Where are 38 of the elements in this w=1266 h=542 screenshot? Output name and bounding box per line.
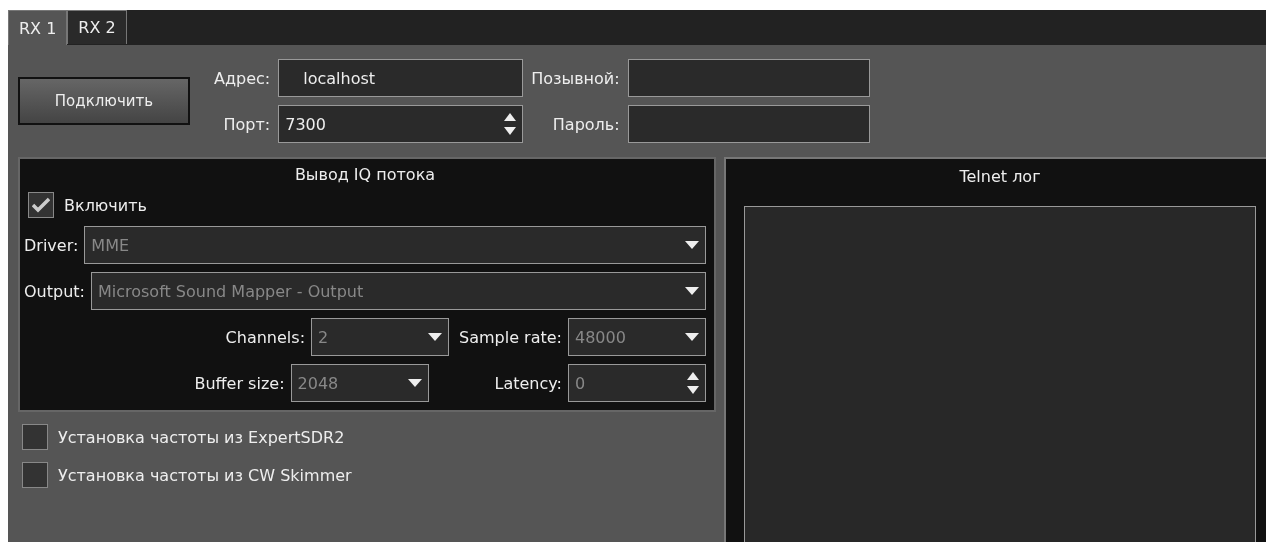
output-label: Output: [24,281,85,301]
address-label: Адрес: [214,68,271,88]
panel-title: Telnet лог [959,167,1041,186]
password-field[interactable] [627,105,870,143]
dropdown-caret-icon[interactable] [685,241,699,249]
driver-label: Driver: [24,235,79,255]
latency-label: Latency: [494,373,562,393]
buffer-size-label: Buffer size: [194,373,285,393]
dropdown-caret-icon[interactable] [685,287,699,295]
sample-rate-label: Sample rate: [459,327,562,347]
address-field[interactable]: localhost [278,59,524,97]
checkbox[interactable] [22,424,48,450]
checkbox[interactable] [28,192,54,218]
port-field[interactable]: 7300 [278,105,524,143]
dropdown-caret-icon[interactable] [428,333,443,341]
password-label: Пароль: [552,114,620,134]
panel-title: Вывод IQ потока [294,165,436,184]
dropdown-caret-icon[interactable] [407,379,422,387]
tab[interactable]: RX 2 [67,10,127,44]
callsign-label: Позывной: [531,68,620,88]
checkbox-label: Включить [64,195,147,215]
connect-button[interactable]: Подключить [18,77,190,125]
dropdown-field[interactable]: Microsoft Sound Mapper - Output [90,272,706,310]
dropdown-field[interactable]: 2048 [290,364,429,402]
dropdown-field[interactable]: 2 [311,318,450,356]
checkbox-label: Установка частоты из CW Skimmer [58,465,352,485]
port-label: Порт: [223,114,271,134]
tab[interactable]: RX 1 [8,10,68,45]
dropdown-field[interactable]: 48000 [568,318,706,356]
channels-label: Channels: [225,327,306,347]
checkbox-label: Установка частоты из ExpertSDR2 [58,427,345,447]
callsign-field[interactable] [627,59,870,97]
dropdown-caret-icon[interactable] [685,333,699,341]
spinner-arrows-icon[interactable] [687,372,699,394]
checkbox[interactable] [22,462,48,488]
latency-field[interactable]: 0 [568,364,706,402]
dropdown-field[interactable]: MME [84,226,706,264]
spinner-arrows-icon[interactable] [504,113,517,135]
